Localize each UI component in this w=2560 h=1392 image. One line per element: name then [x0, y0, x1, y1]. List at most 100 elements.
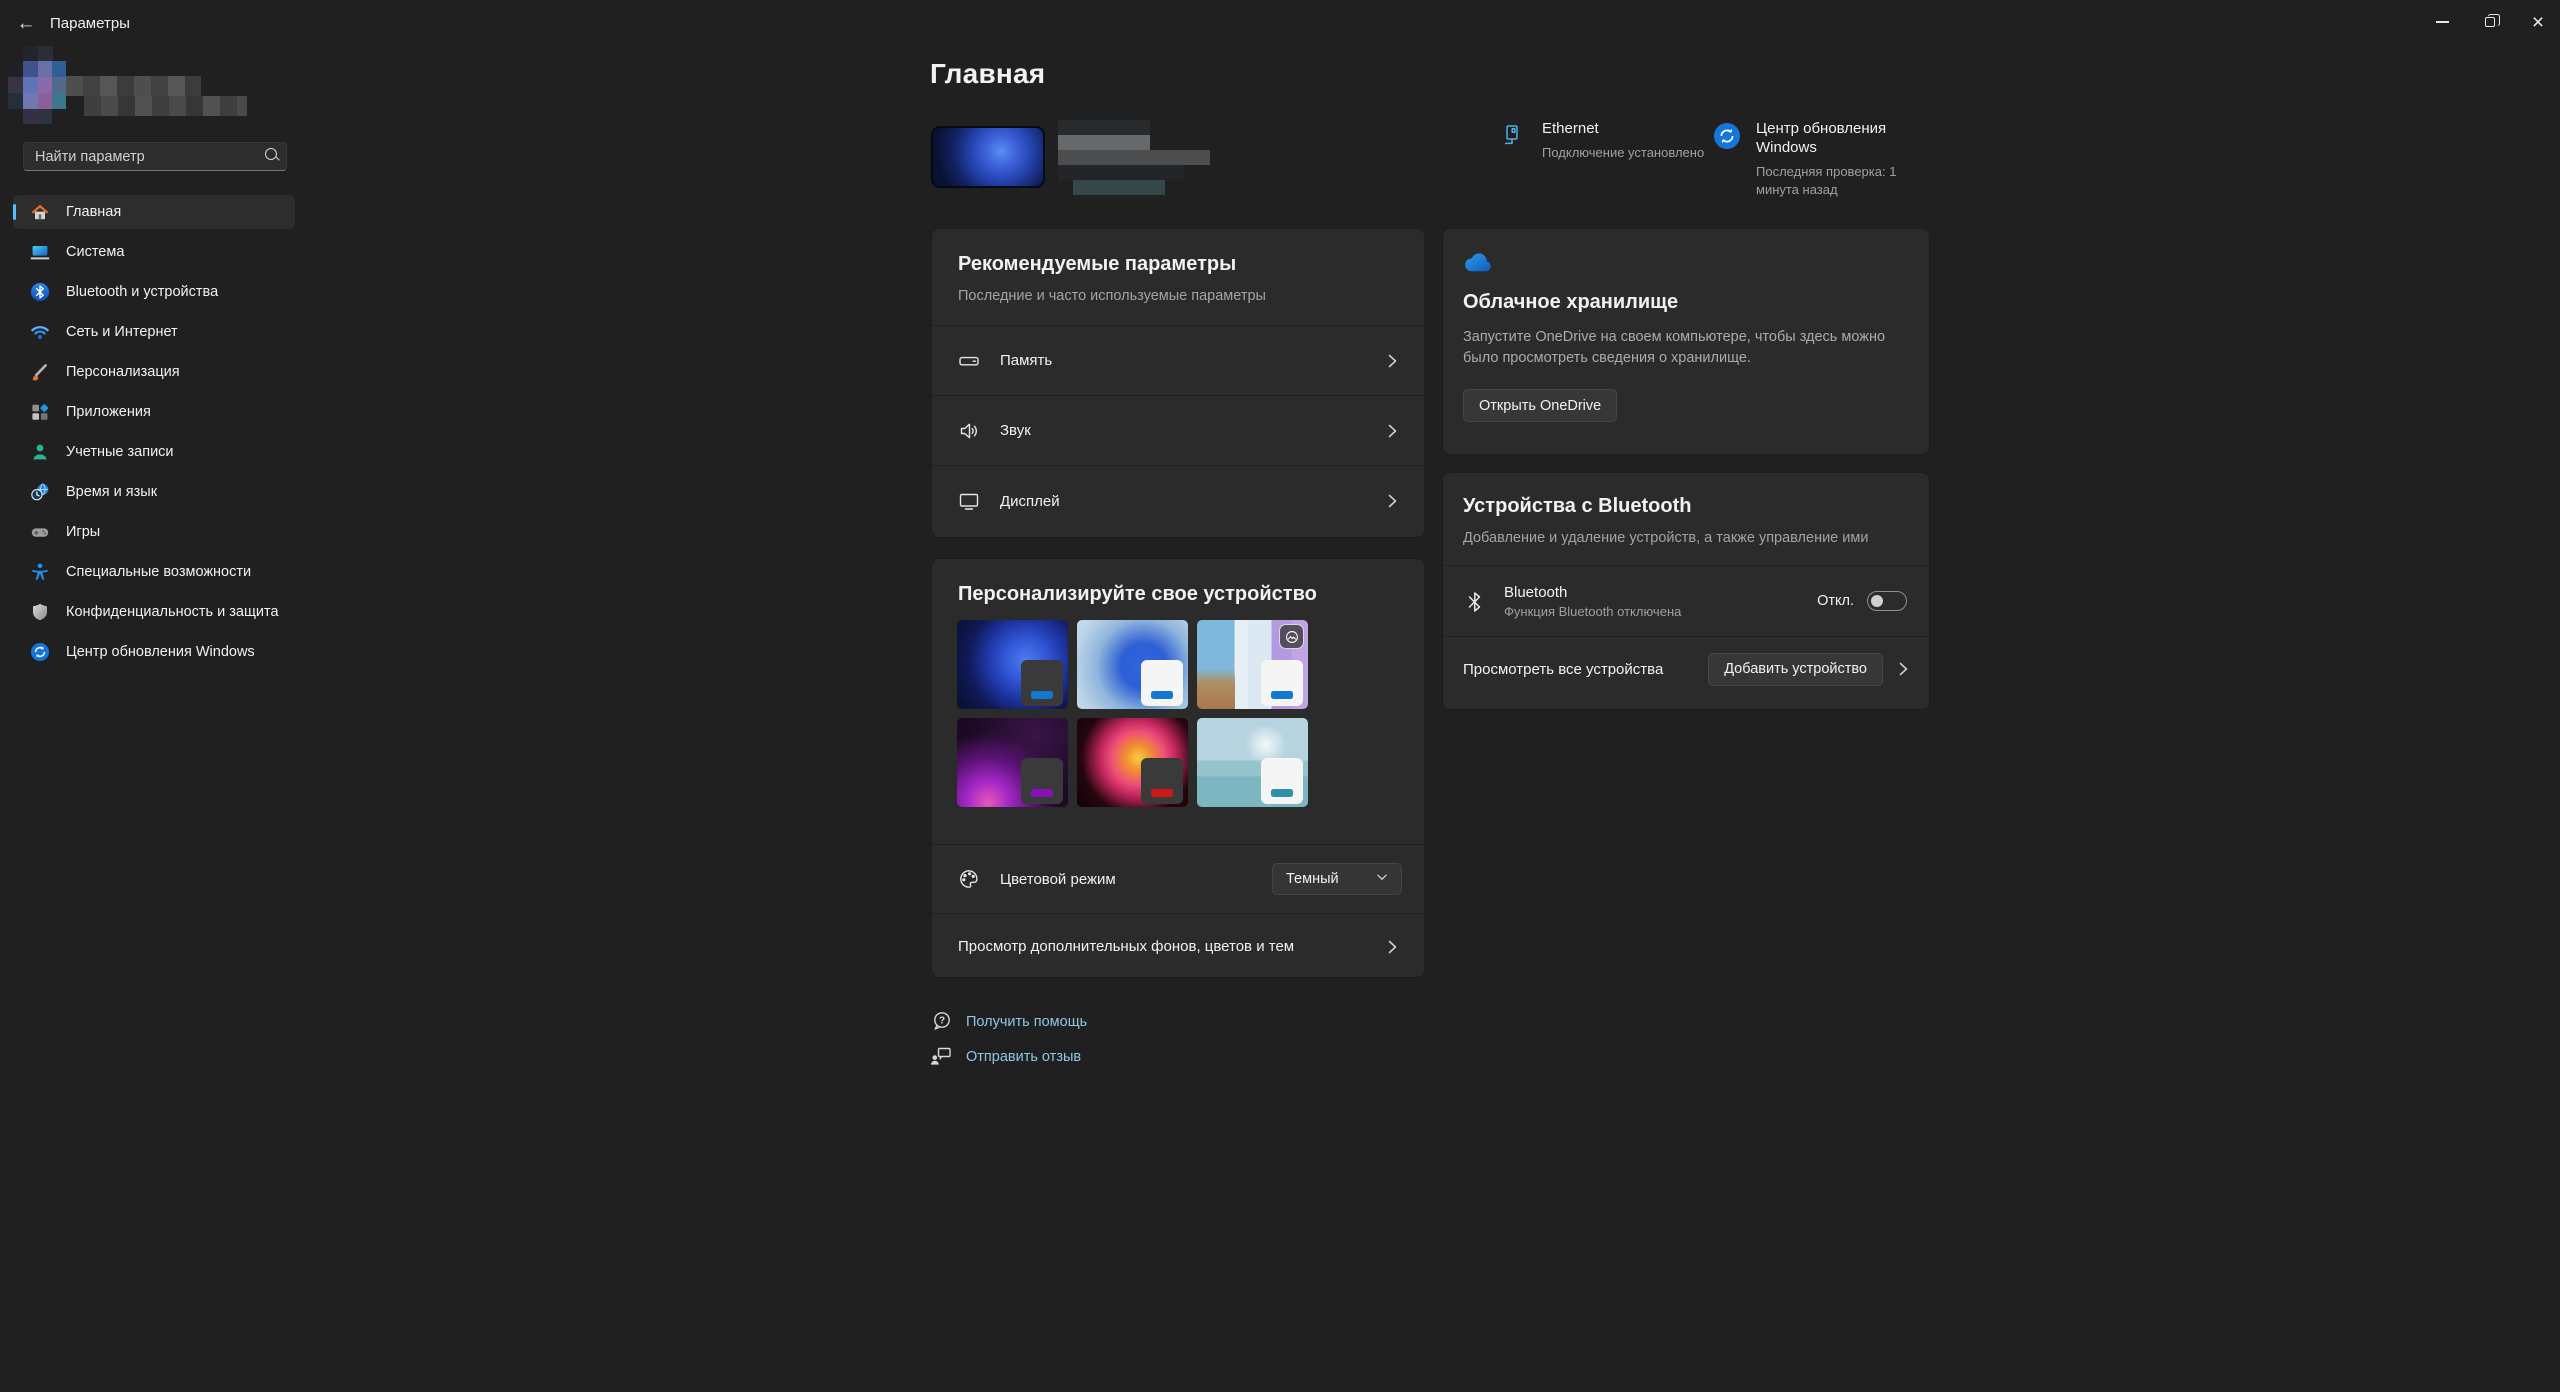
- accessibility-icon: [30, 562, 50, 582]
- account-icon: [30, 442, 50, 462]
- theme-preview-light: [1261, 660, 1303, 706]
- sidebar-item-label: Игры: [66, 524, 100, 540]
- sidebar-item-label: Bluetooth и устройства: [66, 284, 218, 300]
- theme-tile-glow-purple[interactable]: [957, 718, 1068, 807]
- restore-button[interactable]: [2466, 0, 2514, 44]
- cloud-storage-card: Облачное хранилище Запустите OneDrive на…: [1442, 228, 1930, 455]
- update-status-icon: [1714, 120, 1744, 199]
- theme-tile-photo-collage[interactable]: [1197, 620, 1308, 709]
- personalize-title: Персонализируйте свое устройство: [958, 583, 1398, 606]
- chevron-right-icon: [1382, 421, 1402, 441]
- svg-text:?: ?: [939, 1016, 945, 1027]
- sidebar-item-label: Сеть и Интернет: [66, 324, 178, 340]
- device-wallpaper-thumbnail: [931, 126, 1045, 188]
- windows-update-icon: [30, 642, 50, 662]
- page-title: Главная: [930, 58, 1045, 90]
- get-help-label: Получить помощь: [966, 1014, 1087, 1030]
- sidebar-item-gaming[interactable]: Игры: [13, 515, 295, 549]
- gamepad-icon: [30, 522, 50, 542]
- sound-icon: [958, 420, 980, 442]
- search-input[interactable]: [24, 149, 260, 165]
- user-email-blurred: [84, 96, 247, 116]
- cloud-storage-body: Запустите OneDrive на своем компьютере, …: [1463, 327, 1908, 369]
- theme-grid: [957, 620, 1309, 807]
- theme-preview-light: [1261, 758, 1303, 804]
- time-language-icon: [30, 482, 50, 502]
- storage-icon: [958, 350, 980, 372]
- bluetooth-device-label: Bluetooth: [1504, 584, 1817, 601]
- recommended-settings-card: Рекомендуемые параметры Последние и част…: [931, 228, 1425, 538]
- brush-icon: [30, 362, 50, 382]
- sidebar-item-label: Учетные записи: [66, 444, 174, 460]
- chevron-down-icon: [1373, 868, 1391, 890]
- color-mode-dropdown[interactable]: Темный: [1272, 863, 1402, 895]
- sidebar-item-privacy[interactable]: Конфиденциальность и защита: [13, 595, 295, 629]
- sidebar-item-label: Конфиденциальность и защита: [66, 604, 279, 620]
- theme-tile-bloom-light[interactable]: [1077, 620, 1188, 709]
- theme-tile-flower-dark[interactable]: [1077, 718, 1188, 807]
- settings-window: ← Параметры ×: [0, 0, 2560, 1392]
- ethernet-title: Ethernet: [1542, 120, 1704, 139]
- recommended-title: Рекомендуемые параметры: [958, 253, 1398, 276]
- chevron-right-icon: [1382, 491, 1402, 511]
- sidebar-item-bluetooth[interactable]: Bluetooth и устройства: [13, 275, 295, 309]
- sidebar-item-accounts[interactable]: Учетные записи: [13, 435, 295, 469]
- update-status-title: Центр обновления Windows: [1756, 120, 1926, 158]
- selection-indicator: [13, 204, 16, 220]
- theme-preview-dark: [1021, 758, 1063, 804]
- close-button[interactable]: ×: [2514, 0, 2560, 44]
- cloud-storage-title: Облачное хранилище: [1463, 291, 1903, 314]
- color-mode-value: Темный: [1286, 871, 1373, 887]
- close-icon: ×: [2532, 12, 2544, 33]
- sidebar-item-label: Специальные возможности: [66, 564, 251, 580]
- bluetooth-glyph-icon: [1465, 590, 1485, 612]
- sound-row[interactable]: Звук: [932, 396, 1424, 465]
- add-device-button[interactable]: Добавить устройство: [1708, 653, 1883, 686]
- ethernet-icon: [1500, 120, 1530, 162]
- open-onedrive-button[interactable]: Открыть OneDrive: [1463, 389, 1617, 422]
- windows-update-status[interactable]: Центр обновления Windows Последняя прове…: [1714, 120, 1944, 199]
- browse-themes-row[interactable]: Просмотр дополнительных фонов, цветов и …: [932, 914, 1424, 979]
- chevron-right-icon: [1893, 659, 1913, 679]
- display-row[interactable]: Дисплей: [932, 466, 1424, 536]
- sidebar-item-windows-update[interactable]: Центр обновления Windows: [13, 635, 295, 669]
- get-help-link[interactable]: ? Получить помощь: [930, 1010, 1087, 1033]
- sidebar-item-label: Приложения: [66, 404, 151, 420]
- home-icon: [30, 202, 50, 222]
- sidebar-item-home[interactable]: Главная: [13, 195, 295, 229]
- sidebar-item-time-language[interactable]: Время и язык: [13, 475, 295, 509]
- onedrive-cloud-icon: [1463, 260, 1494, 277]
- minimize-button[interactable]: [2418, 0, 2466, 44]
- theme-tile-calm-landscape[interactable]: [1197, 718, 1308, 807]
- back-button[interactable]: ←: [10, 8, 42, 40]
- sidebar-item-accessibility[interactable]: Специальные возможности: [13, 555, 295, 589]
- sidebar-item-system[interactable]: Система: [13, 235, 295, 269]
- storage-row[interactable]: Память: [932, 326, 1424, 395]
- sidebar: Главная Система Bluetooth и устройства: [0, 48, 327, 1392]
- photo-theme-badge: [1279, 624, 1304, 649]
- recommended-subtitle: Последние и часто используемые параметры: [958, 288, 1398, 304]
- wifi-icon: [30, 322, 50, 342]
- bluetooth-toggle-state-label: Откл.: [1817, 593, 1854, 609]
- search-icon[interactable]: [260, 144, 286, 170]
- minimize-icon: [2436, 21, 2449, 23]
- bluetooth-devices-card: Устройства с Bluetooth Добавление и удал…: [1442, 472, 1930, 710]
- bluetooth-device-status: Функция Bluetooth отключена: [1504, 604, 1817, 619]
- sidebar-item-network[interactable]: Сеть и Интернет: [13, 315, 295, 349]
- apps-icon: [30, 402, 50, 422]
- send-feedback-link[interactable]: Отправить отзыв: [930, 1045, 1081, 1068]
- view-all-devices-row[interactable]: Просмотреть все устройства Добавить устр…: [1443, 637, 1929, 701]
- titlebar: ← Параметры ×: [0, 0, 2560, 48]
- sidebar-item-label: Система: [66, 244, 124, 260]
- search-box: [23, 142, 287, 171]
- bluetooth-card-title: Устройства с Bluetooth: [1463, 495, 1903, 518]
- color-mode-row: Цветовой режим Темный: [932, 845, 1424, 913]
- sidebar-item-personalization[interactable]: Персонализация: [13, 355, 295, 389]
- ethernet-status[interactable]: Ethernet Подключение установлено: [1500, 120, 1710, 162]
- theme-preview-dark: [1021, 660, 1063, 706]
- bluetooth-toggle[interactable]: [1867, 591, 1907, 611]
- theme-preview-dark: [1141, 758, 1183, 804]
- theme-tile-bloom-dark[interactable]: [957, 620, 1068, 709]
- sidebar-item-apps[interactable]: Приложения: [13, 395, 295, 429]
- user-avatar-blurred[interactable]: [8, 46, 66, 128]
